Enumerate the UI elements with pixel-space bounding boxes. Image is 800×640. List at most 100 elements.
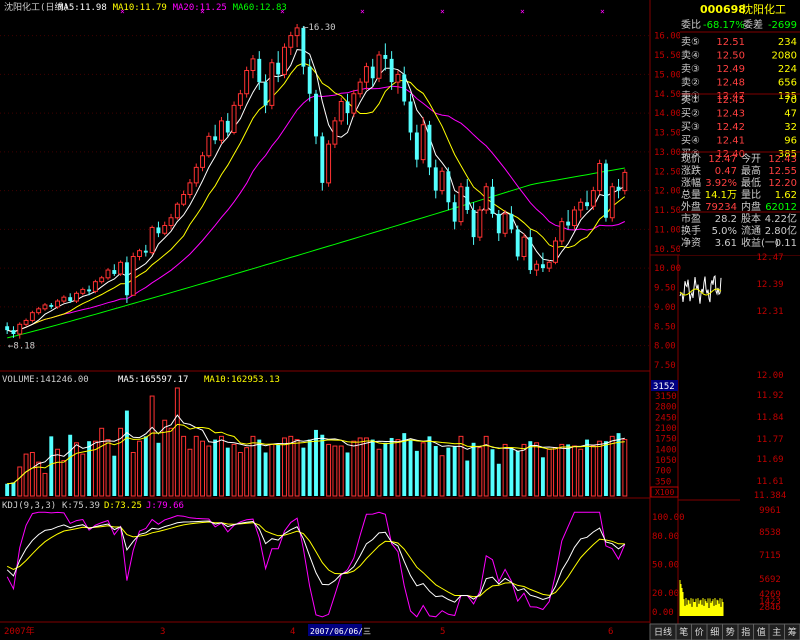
quote-label: 现价 [681, 153, 701, 165]
kdj-title: KDJ(9,3,3) [2, 501, 56, 511]
candle-body [137, 250, 142, 257]
candle-body [68, 297, 73, 302]
volume-bar [414, 450, 419, 496]
quote-value: 12.47 [708, 154, 737, 165]
quote-label: 外盘 [681, 200, 701, 213]
volume-tick-label: 3150 [655, 392, 677, 402]
volume-tick-label: 350 [655, 477, 671, 487]
bid-label: 买② [681, 108, 700, 120]
bottom-tab-label: 筹 [788, 626, 797, 638]
ma-legend: MA60:12.83 [233, 3, 287, 13]
candle-body [219, 120, 224, 141]
bottom-tabs[interactable]: 日线笔价细势指值主筹 [649, 623, 800, 640]
quote-value: 0.47 [715, 166, 737, 177]
candle-body [206, 135, 212, 157]
candle-body [439, 170, 445, 192]
bid-volume: 70 [784, 95, 797, 106]
candle-body [597, 163, 603, 192]
candle-body [528, 237, 533, 271]
kdj-d-legend: D:73.25 [104, 501, 142, 511]
fundamental-value: 4.22亿 [765, 212, 797, 225]
bottom-tab-label: 笔 [679, 626, 688, 638]
ma-legend: MA5:11.98 [58, 3, 107, 13]
bottom-tab-label: 指 [741, 626, 750, 638]
candle-body [383, 55, 388, 59]
intraday-volume-tick: 1423 [759, 597, 781, 607]
ask-label: 卖④ [681, 50, 700, 62]
marker-x: × [440, 7, 445, 16]
candle-body [553, 240, 558, 263]
bottom-tab-label: 势 [726, 626, 735, 638]
bid-volume: 47 [784, 109, 797, 120]
ask-volume: 234 [778, 37, 797, 48]
price-tick-label: 13.00 [654, 148, 681, 158]
intraday-price-tick: 11.384 [754, 491, 787, 501]
bid-label: 买④ [681, 135, 700, 147]
volume-bar [383, 442, 388, 496]
candle-body [351, 93, 357, 114]
intraday-volume-tick: 5692 [759, 575, 781, 585]
date-tick-label: 5 [440, 627, 445, 637]
stock-code: 000698 [700, 3, 746, 16]
candle-body [616, 186, 621, 191]
price-chart[interactable]: ←16.30 ←8.18 16.00 15.50 15.00 14.50 14.00 13.… [0, 0, 800, 640]
date-first-label: 2007年 [4, 625, 35, 637]
volume-bar [213, 439, 218, 496]
volume-bar [276, 444, 281, 496]
high-annotation: ←16.30 [303, 23, 336, 33]
quote-label: 最低 [741, 176, 761, 189]
volume-bar [603, 441, 608, 496]
intraday-price-tick: 11.61 [756, 477, 783, 487]
intraday-price-tick: 12.00 [756, 371, 783, 381]
price-tick-label: 16.00 [654, 32, 681, 42]
date-tick-label: 4 [290, 627, 295, 637]
volume-bar [408, 439, 413, 496]
candle-body [458, 186, 464, 223]
volume-bar [320, 434, 325, 496]
candle-body [420, 124, 426, 161]
ask-price: 12.48 [716, 78, 745, 89]
volume-bar [585, 439, 589, 496]
ask-price: 12.49 [716, 64, 745, 75]
candle-body [80, 288, 86, 294]
price-tick-label: 9.00 [654, 303, 676, 313]
candle-body [29, 312, 35, 321]
wei-bi-label: 委比 [681, 18, 701, 31]
kdj-j-legend: J:79.66 [146, 501, 184, 511]
candle-body [23, 319, 29, 325]
bid-label: 买① [681, 94, 700, 106]
volume-tick-label: 700 [655, 467, 671, 477]
candle-body [156, 227, 161, 234]
candle-body [269, 62, 275, 106]
candle-body [427, 124, 432, 168]
candle-body [465, 186, 470, 210]
ask-price: 12.51 [716, 37, 745, 48]
price-tick-label: 12.50 [654, 167, 681, 177]
price-tick-label: 11.50 [654, 206, 681, 216]
price-tick-label: 10.50 [654, 245, 681, 255]
candle-body [389, 58, 394, 83]
price-tick-label: 15.50 [654, 51, 681, 61]
candle-body [112, 270, 117, 274]
quote-value: 14.1万 [705, 190, 737, 201]
volume-bar [427, 436, 432, 496]
candle-body [257, 58, 262, 83]
bottom-tab-label: 价 [695, 627, 704, 638]
volume-bar [540, 457, 545, 496]
candle-body [345, 101, 350, 114]
candle-body [540, 264, 545, 269]
volume-tick-label: 1750 [655, 435, 677, 445]
volume-bar [49, 436, 54, 496]
volume-bar [471, 442, 476, 496]
candle-body [168, 217, 174, 226]
price-tick-label: 14.00 [654, 109, 681, 119]
candle-body [105, 269, 111, 279]
volume-bar [263, 452, 268, 496]
candle-body [395, 73, 401, 83]
volume-unit-label: X100 [655, 488, 674, 497]
volume-bar [11, 482, 16, 496]
fundamental-label: 收益(一) [741, 236, 779, 249]
volume-bar [370, 439, 375, 496]
candle-body [490, 186, 495, 214]
volume-bar [156, 442, 161, 496]
